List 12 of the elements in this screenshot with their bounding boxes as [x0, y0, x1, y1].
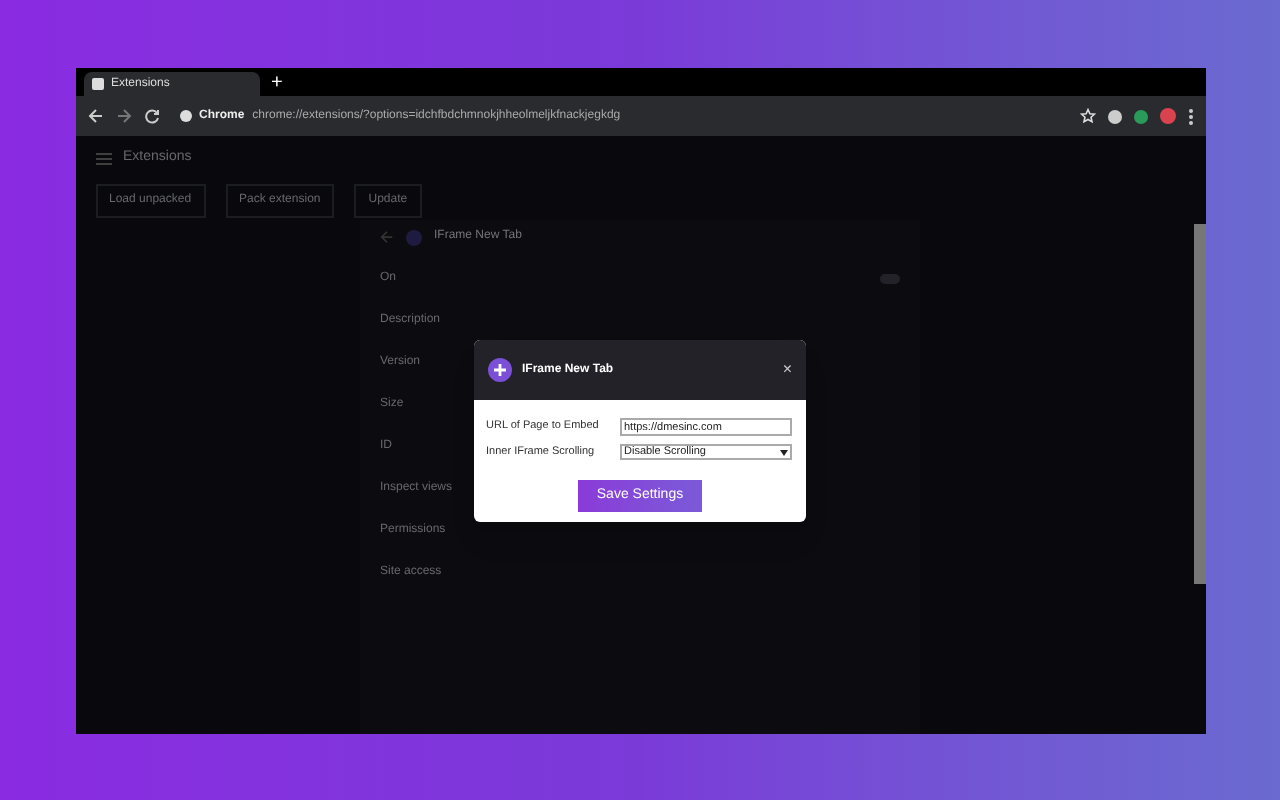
menu-icon[interactable]: [1187, 107, 1193, 125]
dropdown-arrow-icon: [780, 449, 788, 456]
new-tab-button[interactable]: +: [271, 72, 283, 96]
toggle-switch[interactable]: [880, 274, 900, 284]
reload-icon[interactable]: [143, 108, 159, 124]
close-button[interactable]: ×: [782, 362, 792, 378]
forward-icon[interactable]: [115, 108, 131, 124]
site-icon: [179, 110, 191, 122]
star-icon[interactable]: [1079, 108, 1095, 124]
plus-icon: [488, 358, 512, 382]
extension-icon: [406, 229, 422, 245]
profile-avatar[interactable]: [1159, 108, 1175, 124]
